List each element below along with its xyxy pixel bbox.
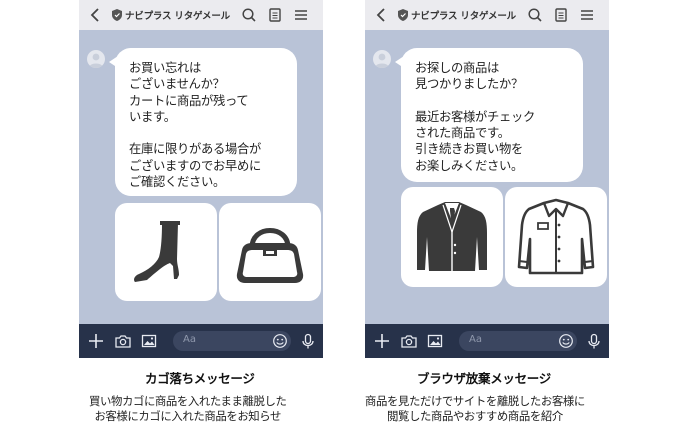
- dress-shirt-icon: [517, 198, 595, 275]
- back-arrow-icon[interactable]: [89, 6, 103, 24]
- verified-shield-icon: [112, 9, 122, 21]
- menu-icon[interactable]: [293, 7, 309, 23]
- user-silhouette-icon: [89, 53, 103, 68]
- back-arrow-icon[interactable]: [375, 6, 389, 24]
- caption-title-browse: ブラウザ放棄メッセージ: [417, 371, 551, 386]
- product-card-shirt[interactable]: [505, 187, 607, 287]
- notes-icon[interactable]: [553, 7, 569, 23]
- emoji-icon[interactable]: [558, 333, 574, 349]
- message-input[interactable]: Aa: [459, 331, 577, 351]
- user-silhouette-icon: [375, 53, 389, 68]
- handbag-icon: [236, 228, 304, 283]
- microphone-icon[interactable]: [586, 333, 602, 349]
- avatar: [87, 50, 105, 68]
- input-placeholder: Aa: [183, 334, 196, 345]
- camera-icon[interactable]: [115, 333, 131, 349]
- chat-title: ナビプラス リタゲメール: [411, 11, 516, 22]
- search-icon[interactable]: [527, 7, 543, 23]
- image-icon[interactable]: [141, 333, 157, 349]
- chat-screen-cart-abandonment: ナビプラス リタゲメール お買い忘れは ございませんか？ カートに商品が残って …: [79, 0, 323, 358]
- message-input-bar: Aa: [79, 324, 323, 358]
- chat-header: ナビプラス リタゲメール: [365, 0, 609, 30]
- product-card-jacket[interactable]: [401, 187, 503, 287]
- plus-icon[interactable]: [374, 333, 390, 349]
- verified-shield-icon: [398, 9, 408, 21]
- caption-description-cart: 買い物カゴに商品を入れたまま離脱した お客様にカゴに入れた商品をお知らせ: [89, 394, 287, 423]
- message-bubble: お探しの商品は 見つかりましたか？ 最近お客様がチェック された商品です。 引き…: [401, 48, 583, 182]
- caption-description-browse: 商品を見ただけでサイトを離脱したお客様に 閲覧した商品やおすすめ商品を紹介: [365, 394, 585, 423]
- boot-icon: [134, 221, 180, 282]
- microphone-icon[interactable]: [300, 333, 316, 349]
- camera-icon[interactable]: [401, 333, 417, 349]
- message-bubble: お買い忘れは ございませんか？ カートに商品が残って います。 在庫に限りがある…: [115, 48, 297, 196]
- chat-header: ナビプラス リタゲメール: [79, 0, 323, 30]
- notes-icon[interactable]: [267, 7, 283, 23]
- image-icon[interactable]: [427, 333, 443, 349]
- search-icon[interactable]: [241, 7, 257, 23]
- plus-icon[interactable]: [88, 333, 104, 349]
- avatar: [373, 50, 391, 68]
- chat-screen-browse-abandonment: ナビプラス リタゲメール お探しの商品は 見つかりましたか？ 最近お客様がチェッ…: [365, 0, 609, 358]
- message-input[interactable]: Aa: [173, 331, 291, 351]
- product-card-handbag[interactable]: [219, 203, 321, 301]
- suit-jacket-icon: [417, 202, 487, 271]
- menu-icon[interactable]: [579, 7, 595, 23]
- input-placeholder: Aa: [469, 334, 482, 345]
- product-card-boot[interactable]: [115, 203, 217, 301]
- message-text: お探しの商品は 見つかりましたか？ 最近お客様がチェック された商品です。 引き…: [415, 61, 535, 173]
- caption-title-cart: カゴ落ちメッセージ: [145, 371, 255, 386]
- message-text: お買い忘れは ございませんか？ カートに商品が残って います。 在庫に限りがある…: [129, 61, 261, 190]
- message-input-bar: Aa: [365, 324, 609, 358]
- emoji-icon[interactable]: [272, 333, 288, 349]
- chat-title: ナビプラス リタゲメール: [125, 11, 230, 22]
